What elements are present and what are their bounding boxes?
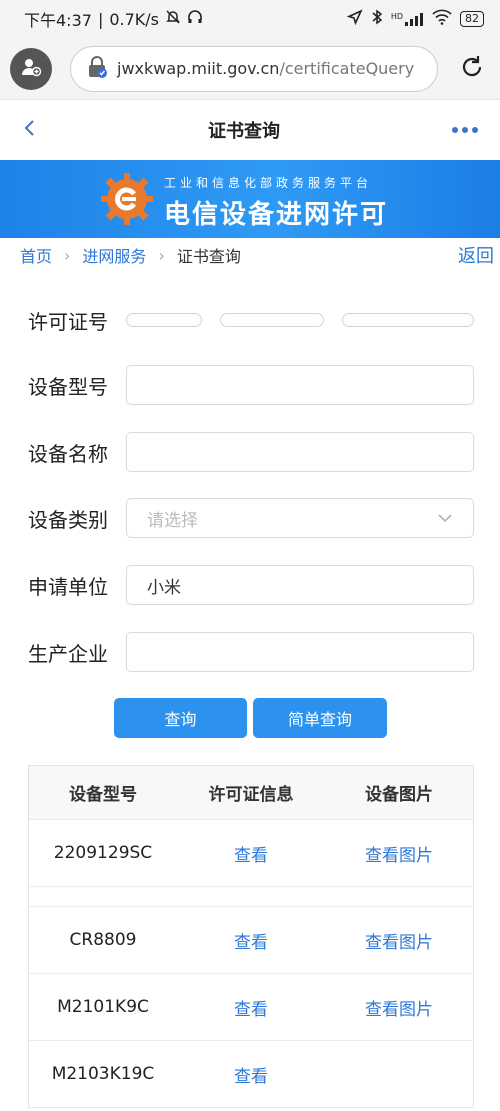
row-model: M2103K19C [51,1064,155,1084]
page-title: 证书查询 [208,121,280,142]
table-row: M2101K9C 查看 查看图片 [29,974,473,1041]
license-part-3-input[interactable] [342,313,474,327]
table-header: 设备型号 许可证信息 设备图片 [29,766,473,820]
view-license-link[interactable]: 查看 [177,1062,325,1087]
row-model: CR8809 [69,930,137,950]
breadcrumb-service-link[interactable]: 进网服务 [82,243,146,267]
category-placeholder: 请选择 [147,510,198,531]
model-input[interactable] [126,365,474,405]
header-image: 设备图片 [364,785,433,805]
battery-indicator: 82 [460,11,484,27]
page-header: 证书查询 [0,100,500,160]
bluetooth-icon [371,9,383,29]
table-row: M2103K19C 查看 [29,1041,473,1108]
mute-bell-icon [165,9,181,29]
header-model: 设备型号 [68,785,137,805]
table-row: 2209129SC 查看 查看图片 [29,820,473,887]
user-add-icon [20,56,42,82]
category-label: 设备类别 [28,507,108,532]
table-row: CR8809 查看 查看图片 [29,907,473,974]
address-bar[interactable]: jwxkwap.miit.gov.cn/certificateQuery [70,45,438,92]
site-banner: 工业和信息化部政务服务平台 电信设备进网许可 [0,160,500,238]
results-table: 设备型号 许可证信息 设备图片 2209129SC 查看 查看图片 CR8809… [28,765,474,1108]
location-icon [346,9,363,29]
category-select[interactable]: 请选择 [126,498,474,538]
license-part-2-input[interactable] [220,313,324,327]
row-model: M2101K9C [57,997,149,1017]
license-number-fields [126,313,474,327]
license-part-1-input[interactable] [126,313,202,327]
back-button[interactable] [22,118,36,142]
reload-icon [459,54,485,84]
row-spacer [29,887,473,907]
breadcrumb-current: 证书查询 [176,247,241,266]
manufacturer-row: 生产企业 [28,632,474,672]
row-model: 2209129SC [53,843,153,863]
miit-gear-logo-icon [100,172,154,226]
device-name-input[interactable] [126,432,474,472]
wifi-icon [432,9,452,29]
url-host: jwxkwap.miit.gov.cn [117,59,280,78]
category-row: 设备类别 请选择 [28,498,474,538]
model-row: 设备型号 [28,365,474,405]
status-divider: | [97,9,104,29]
banner-subtitle: 工业和信息化部政务服务平台 [164,176,373,190]
applicant-label: 申请单位 [28,574,108,599]
breadcrumb-home-link[interactable]: 首页 [20,243,52,267]
name-row: 设备名称 [28,432,474,472]
url-text: jwxkwap.miit.gov.cn/certificateQuery [117,59,414,78]
view-image-link[interactable]: 查看图片 [325,841,473,866]
chevron-right-icon: › [64,245,71,265]
url-path: /certificateQuery [279,59,415,78]
chevron-left-icon [22,120,36,142]
signal-icon: HD [391,12,424,26]
page: 下午4:37 | 0.7K/s HD 82 jwxkwap.miit.gov.c… [0,0,500,1111]
manufacturer-input[interactable] [126,632,474,672]
chevron-down-icon [437,508,453,528]
query-button[interactable]: 查询 [114,698,247,738]
applicant-input[interactable]: 小米 [126,565,474,605]
simple-query-button[interactable]: 简单查询 [253,698,387,738]
name-label: 设备名称 [28,441,108,466]
return-link[interactable]: 返回 [458,242,494,268]
breadcrumb: 首页 › 进网服务 › 证书查询 返回 [20,242,496,268]
more-options-button[interactable] [452,127,478,133]
more-dot [472,127,478,133]
status-time: 下午4:37 [24,11,92,30]
status-speed: 0.7K/s [109,9,159,29]
chevron-right-icon: › [158,245,165,265]
license-label: 许可证号 [28,309,108,334]
manufacturer-label: 生产企业 [28,641,108,666]
applicant-row: 申请单位 小米 [28,565,474,605]
view-license-link[interactable]: 查看 [177,928,325,953]
view-image-link[interactable]: 查看图片 [325,928,473,953]
status-bar: 下午4:37 | 0.7K/s HD 82 [0,0,500,38]
banner-title: 电信设备进网许可 [164,200,389,230]
more-dot [462,127,468,133]
more-dot [452,127,458,133]
view-license-link[interactable]: 查看 [177,841,325,866]
reload-button[interactable] [454,51,490,87]
secure-lock-icon [85,55,109,83]
view-license-link[interactable]: 查看 [177,995,325,1020]
browser-toolbar: jwxkwap.miit.gov.cn/certificateQuery [0,38,500,100]
header-license: 许可证信息 [208,785,294,805]
model-label: 设备型号 [28,374,108,399]
profile-avatar-button[interactable] [10,47,52,90]
headphones-icon [187,9,203,29]
hd-label: HD [390,12,403,21]
view-image-link[interactable]: 查看图片 [325,995,473,1020]
license-row: 许可证号 [28,300,474,340]
